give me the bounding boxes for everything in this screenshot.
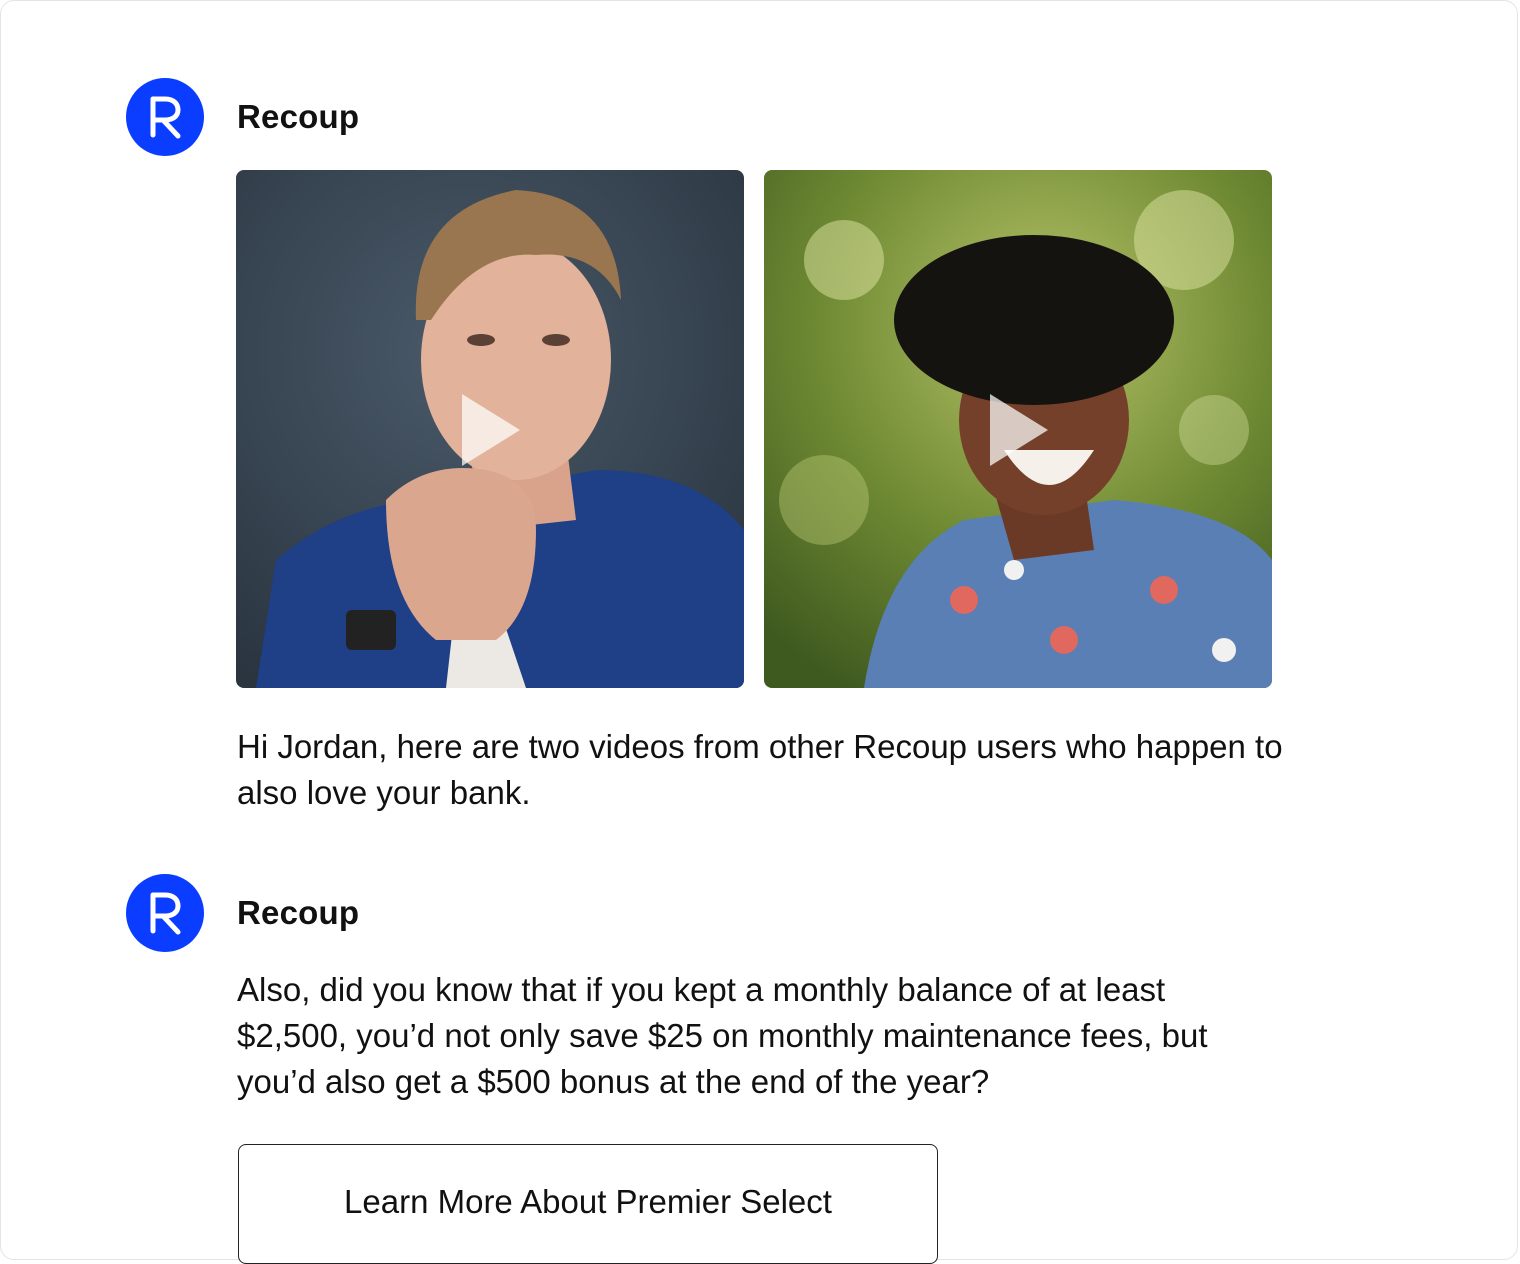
recoup-logo-icon bbox=[150, 892, 181, 935]
message-text: Also, did you know that if you kept a mo… bbox=[237, 971, 1208, 1100]
video-gallery bbox=[236, 170, 1272, 688]
video-thumbnail[interactable] bbox=[236, 170, 744, 688]
message-text: Hi Jordan, here are two videos from othe… bbox=[237, 728, 1283, 811]
sender-name: Recoup bbox=[237, 894, 360, 931]
recoup-avatar bbox=[126, 874, 204, 952]
sender-name: Recoup bbox=[237, 98, 360, 135]
recoup-avatar bbox=[126, 78, 204, 156]
play-icon bbox=[990, 394, 1048, 466]
video-thumbnail[interactable] bbox=[764, 170, 1272, 688]
learn-more-button[interactable]: Learn More About Premier Select bbox=[238, 1144, 938, 1264]
recoup-logo-icon bbox=[150, 96, 181, 139]
play-icon bbox=[462, 394, 520, 466]
